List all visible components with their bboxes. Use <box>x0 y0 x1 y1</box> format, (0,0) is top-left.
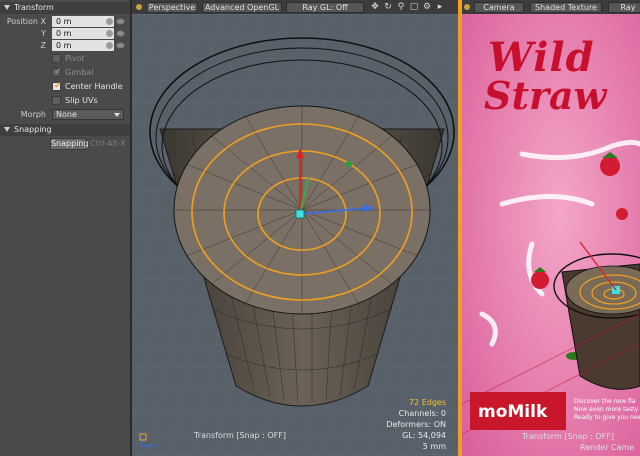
snapping-section-title: Snapping <box>14 125 52 134</box>
properties-panel: Transform Position X 0 m Y 0 m Z 0 m Piv… <box>0 0 130 456</box>
gl-count: GL: 54,094 <box>402 431 446 440</box>
camera-button[interactable]: Camera <box>474 2 524 13</box>
pivot-label: Pivot <box>65 54 85 63</box>
checkmark-icon: ✔ <box>54 67 62 77</box>
position-x-row: Position X 0 m <box>0 16 130 27</box>
morph-select[interactable]: None <box>52 109 124 120</box>
camera-tool-status: Transform [Snap : OFF] <box>522 432 614 441</box>
projection-button[interactable]: Perspective <box>146 2 198 13</box>
center-handle-label: Center Handle <box>65 82 123 91</box>
poster-title-line1: Wild <box>488 34 595 81</box>
poster-brand: moMilk <box>478 402 548 422</box>
position-z-row: Z 0 m <box>0 40 130 51</box>
deformers-status: Deformers: ON <box>386 420 446 429</box>
pivot-row: Pivot <box>0 53 130 64</box>
shading-texture-button[interactable]: Shaded Texture <box>530 2 602 13</box>
channels-count: Channels: 0 <box>398 409 446 418</box>
snapping-button[interactable]: Snapping <box>50 138 89 150</box>
gimbal-label: Gimbal <box>65 68 94 77</box>
morph-row: Morph None <box>0 109 130 120</box>
modo-window: Transform Position X 0 m Y 0 m Z 0 m Piv… <box>0 0 640 456</box>
snapping-row: Snapping Ctrl-Alt-X <box>0 138 130 150</box>
perspective-viewport[interactable]: Perspective Advanced OpenGL Ray GL: Off … <box>132 0 458 456</box>
poster-copy-1: Discover the new fla <box>574 398 636 405</box>
shading-button[interactable]: Advanced OpenGL <box>202 2 282 13</box>
poster-title-line2: Straw <box>484 73 607 118</box>
edges-count: 72 Edges <box>408 398 446 407</box>
position-y-row: Y 0 m <box>0 28 130 39</box>
slip-uvs-label: Slip UVs <box>65 96 98 105</box>
expand-icon[interactable]: ▸ <box>435 2 445 12</box>
grid-size: 5 mm <box>422 442 446 451</box>
position-z-link-icon[interactable] <box>116 42 125 49</box>
render-camera-label: Render Came <box>580 443 635 452</box>
position-y-key-icon[interactable] <box>106 30 113 37</box>
morph-select-value: None <box>56 110 77 119</box>
viewport-canvas[interactable] <box>132 14 458 456</box>
position-x-label: Position X <box>6 17 46 26</box>
collapse-triangle-icon[interactable] <box>4 5 10 10</box>
raygl-button[interactable]: Ray GL: Off <box>286 2 364 13</box>
raygl-button[interactable]: Ray <box>608 2 640 13</box>
snapping-shortcut: Ctrl-Alt-X <box>90 139 126 148</box>
viewport-menu-icon[interactable] <box>136 4 142 10</box>
slip-uvs-checkbox[interactable] <box>52 96 61 105</box>
position-x-key-icon[interactable] <box>106 18 113 25</box>
position-z-label: Z <box>40 41 46 50</box>
gimbal-checkbox[interactable]: ✔ <box>52 67 62 77</box>
viewport-toolbar: Perspective Advanced OpenGL Ray GL: Off … <box>132 0 458 14</box>
snapping-section-header[interactable]: Snapping <box>0 124 130 136</box>
center-handle-checkbox[interactable]: ✔ <box>52 81 62 91</box>
gear-icon[interactable]: ⚙ <box>422 2 432 12</box>
transform-section-header[interactable]: Transform <box>0 2 130 14</box>
rotate-icon[interactable]: ↻ <box>383 2 393 12</box>
position-y-field[interactable]: 0 m <box>52 28 114 39</box>
chevron-down-icon <box>114 113 120 117</box>
center-handle-row: ✔ Center Handle <box>0 81 130 92</box>
position-z-field[interactable]: 0 m <box>52 40 114 51</box>
checkmark-icon: ✔ <box>54 81 62 91</box>
camera-viewport[interactable]: Camera Shaded Texture Ray Wild Straw moM… <box>462 0 640 456</box>
poster-copy-2: Now even more tasty <box>574 406 639 413</box>
viewport-menu-icon[interactable] <box>464 4 470 10</box>
poster-copy-3: Ready to give you new <box>574 414 640 421</box>
gimbal-row: ✔ Gimbal <box>0 67 130 78</box>
collapse-triangle-icon[interactable] <box>4 127 10 132</box>
position-y-link-icon[interactable] <box>116 30 125 37</box>
camera-viewport-toolbar: Camera Shaded Texture Ray <box>462 0 640 14</box>
tool-status-label: Transform [Snap : OFF] <box>194 431 286 440</box>
transform-section-title: Transform <box>14 3 54 12</box>
position-x-field[interactable]: 0 m <box>52 16 114 27</box>
zoom-icon[interactable]: ⚲ <box>396 2 406 12</box>
position-x-link-icon[interactable] <box>116 18 125 25</box>
position-z-key-icon[interactable] <box>106 42 113 49</box>
fit-icon[interactable]: ▢ <box>409 2 419 12</box>
slip-uvs-row: Slip UVs <box>0 95 130 106</box>
morph-label: Morph <box>20 110 46 119</box>
move-icon[interactable]: ✥ <box>370 2 380 12</box>
pivot-checkbox[interactable] <box>52 54 61 63</box>
position-y-label: Y <box>41 29 46 38</box>
